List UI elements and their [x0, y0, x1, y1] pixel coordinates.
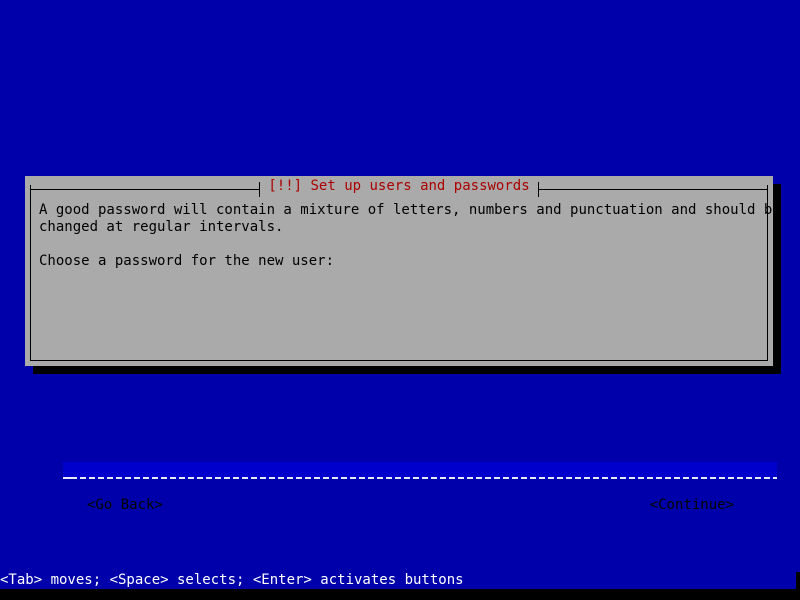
password-prompt-label: Choose a password for the new user: — [39, 253, 335, 269]
password-input[interactable]: ***** — [63, 462, 777, 477]
dialog-button-row: <Go Back> <Continue> — [39, 496, 761, 514]
setup-users-dialog: [!!] Set up users and passwords A good p… — [25, 176, 781, 513]
dialog-title-bar: [!!] Set up users and passwords — [30, 178, 769, 197]
description-line-1: A good password will contain a mixture o… — [39, 202, 781, 218]
screen-right-edge — [796, 572, 800, 589]
go-back-button[interactable]: <Go Back> — [87, 496, 163, 514]
dialog-body-text: A good password will contain a mixture o… — [39, 202, 781, 270]
continue-button[interactable]: <Continue> — [650, 496, 734, 514]
title-rule-left — [30, 182, 261, 197]
installer-screen: [!!] Set up users and passwords A good p… — [0, 0, 800, 600]
input-underline-cap — [63, 477, 71, 479]
description-line-2: changed at regular intervals. — [39, 219, 284, 235]
keyboard-hint-bar: <Tab> moves; <Space> selects; <Enter> ac… — [0, 572, 800, 589]
page-title: [!!] Set up users and passwords — [268, 178, 530, 194]
input-underline — [71, 477, 777, 479]
password-input-wrapper[interactable]: ***** — [63, 462, 777, 480]
screen-bottom-strip — [0, 589, 800, 600]
title-rule-right — [537, 182, 769, 197]
